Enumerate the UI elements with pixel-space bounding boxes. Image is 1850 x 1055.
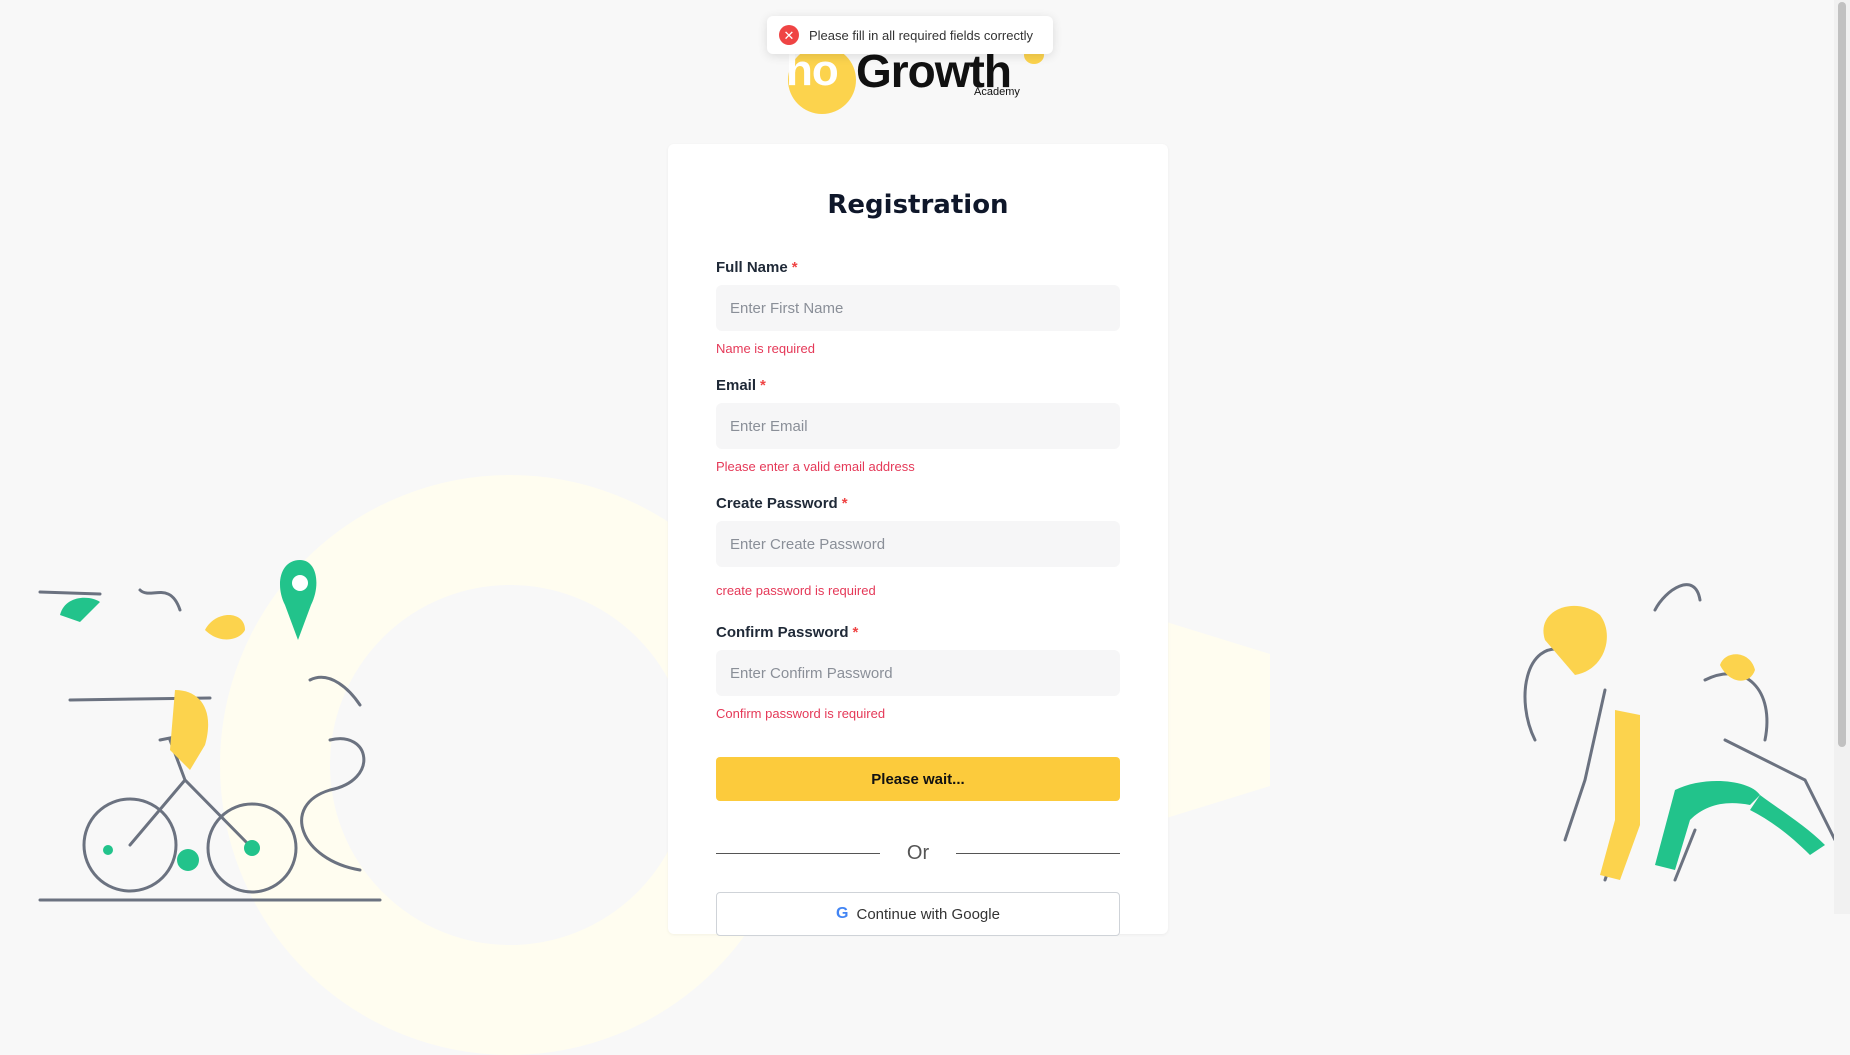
continue-with-google-button[interactable]: G Continue with Google <box>716 892 1120 936</box>
or-divider: Or <box>716 842 1120 864</box>
required-marker: * <box>852 624 859 641</box>
error-icon: ✕ <box>779 25 799 45</box>
page-scrollbar[interactable] <box>1834 0 1850 914</box>
full-name-input[interactable] <box>716 285 1120 331</box>
full-name-label-text: Full Name <box>716 259 788 276</box>
email-label: Email * <box>716 377 1120 394</box>
error-toast: ✕ Please fill in all required fields cor… <box>767 16 1053 54</box>
scrollbar-thumb[interactable] <box>1838 2 1846 747</box>
full-name-error: Name is required <box>716 341 815 356</box>
google-button-label: Continue with Google <box>856 905 1000 923</box>
google-icon: G <box>836 905 849 922</box>
page-title: Registration <box>827 190 1009 220</box>
full-name-label: Full Name * <box>716 259 1120 276</box>
create-password-label: Create Password * <box>716 495 1120 512</box>
full-name-field: Full Name* Name is required <box>716 259 1120 356</box>
required-marker: * <box>760 377 766 394</box>
create-password-input[interactable] <box>716 521 1120 567</box>
submit-button[interactable]: Please wait... <box>716 757 1120 801</box>
create-password-field: Create Password * create password is requ… <box>716 495 1120 598</box>
email-input[interactable] <box>716 403 1120 449</box>
dancing-people-illustration <box>1523 583 1837 882</box>
logo-subtitle: Academy <box>974 86 1020 98</box>
cyclist-illustration <box>38 560 382 902</box>
confirm-password-label-text: Confirm Password <box>716 624 849 641</box>
confirm-password-label: Confirm Password * <box>716 624 1120 641</box>
create-password-error: create password is required <box>716 583 876 598</box>
email-error: Please enter a valid email address <box>716 459 915 474</box>
confirm-password-field: Confirm Password * Confirm password is re… <box>716 624 1120 721</box>
confirm-password-error: Confirm password is required <box>716 706 886 721</box>
confirm-password-input[interactable] <box>716 650 1120 696</box>
toast-message: Please fill in all required fields corre… <box>809 27 1033 43</box>
divider-line-right <box>956 853 1120 854</box>
email-label-text: Email <box>716 377 757 394</box>
create-password-label-text: Create Password <box>716 495 838 512</box>
required-marker: * <box>841 495 848 512</box>
registration-card: Registration Full Name* Name is required… <box>668 144 1168 936</box>
required-marker: * <box>791 259 798 276</box>
email-field: Email* Please enter a valid email addres… <box>716 377 1120 474</box>
